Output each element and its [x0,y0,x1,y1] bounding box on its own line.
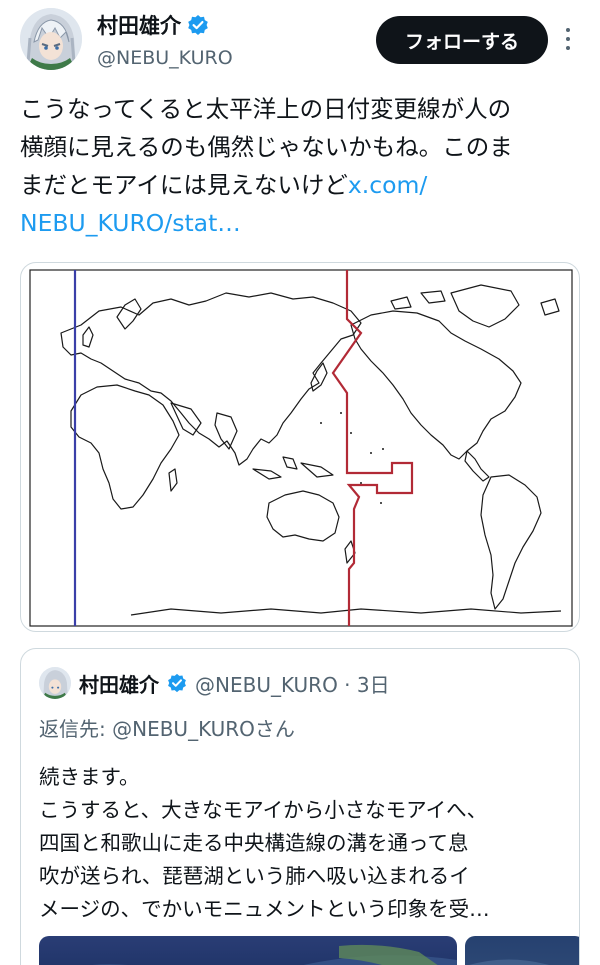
author-avatar[interactable] [20,8,82,70]
quote-media-thumbnail[interactable] [465,936,579,965]
quote-text: 続きます。 こうすると、大きなモアイから小さなモアイへ、 四国と和歌山に走る中央… [39,761,567,926]
reply-mention[interactable]: @NEBU_KUROさん [112,717,295,741]
tweet-media-map[interactable] [20,262,580,632]
tweet-line-text: まだとモアイには見えないけど [20,171,348,199]
quote-author-name[interactable]: 村田雄介 [79,669,159,698]
quote-line: 四国と和歌山に走る中央構造線の溝を通って息 [39,831,469,855]
quote-line: こうすると、大きなモアイから小さなモアイへ、 [39,798,488,822]
tweet-header: 村田雄介 @NEBU_KURO フォローする [0,0,600,80]
quote-media-thumbnail[interactable] [39,936,457,965]
tweet-line: 横顔に見えるのも偶然じゃないかもね。このま [20,133,513,161]
verified-badge-icon [188,15,208,35]
verified-badge-icon [168,673,186,693]
world-map-image [29,269,573,627]
quote-line: 吹が送られ、琵琶湖という肺へ吸い込まれるイ [39,864,470,888]
tweet-link-continued[interactable]: NEBU_KURO/stat… [20,204,580,242]
author-handle[interactable]: @NEBU_KURO [97,47,233,69]
tweet-line: こうなってくると太平洋上の日付変更線が人の [20,95,512,123]
quote-line: メージの、でかいモニュメントという印象を受… [39,897,490,921]
quoted-tweet[interactable]: 村田雄介 @NEBU_KURO · 3日 返信先: @NEBU_KUROさん 続… [20,648,580,965]
quote-handle-time: @NEBU_KURO · 3日 [195,672,390,697]
more-options-icon[interactable] [556,24,580,54]
quote-author-avatar[interactable] [39,667,71,699]
tweet-link[interactable]: x.com/ [348,171,428,199]
reply-prefix: 返信先: [39,717,113,741]
author-display-name[interactable]: 村田雄介 [97,10,181,40]
tweet-text: こうなってくると太平洋上の日付変更線が人の 横顔に見えるのも偶然じゃないかもね。… [20,90,580,242]
quote-reply-context: 返信先: @NEBU_KUROさん [39,713,295,742]
quote-line: 続きます。 [39,765,140,789]
follow-button[interactable]: フォローする [376,16,548,64]
tweet-line: まだとモアイには見えないけどx.com/ [20,166,580,204]
